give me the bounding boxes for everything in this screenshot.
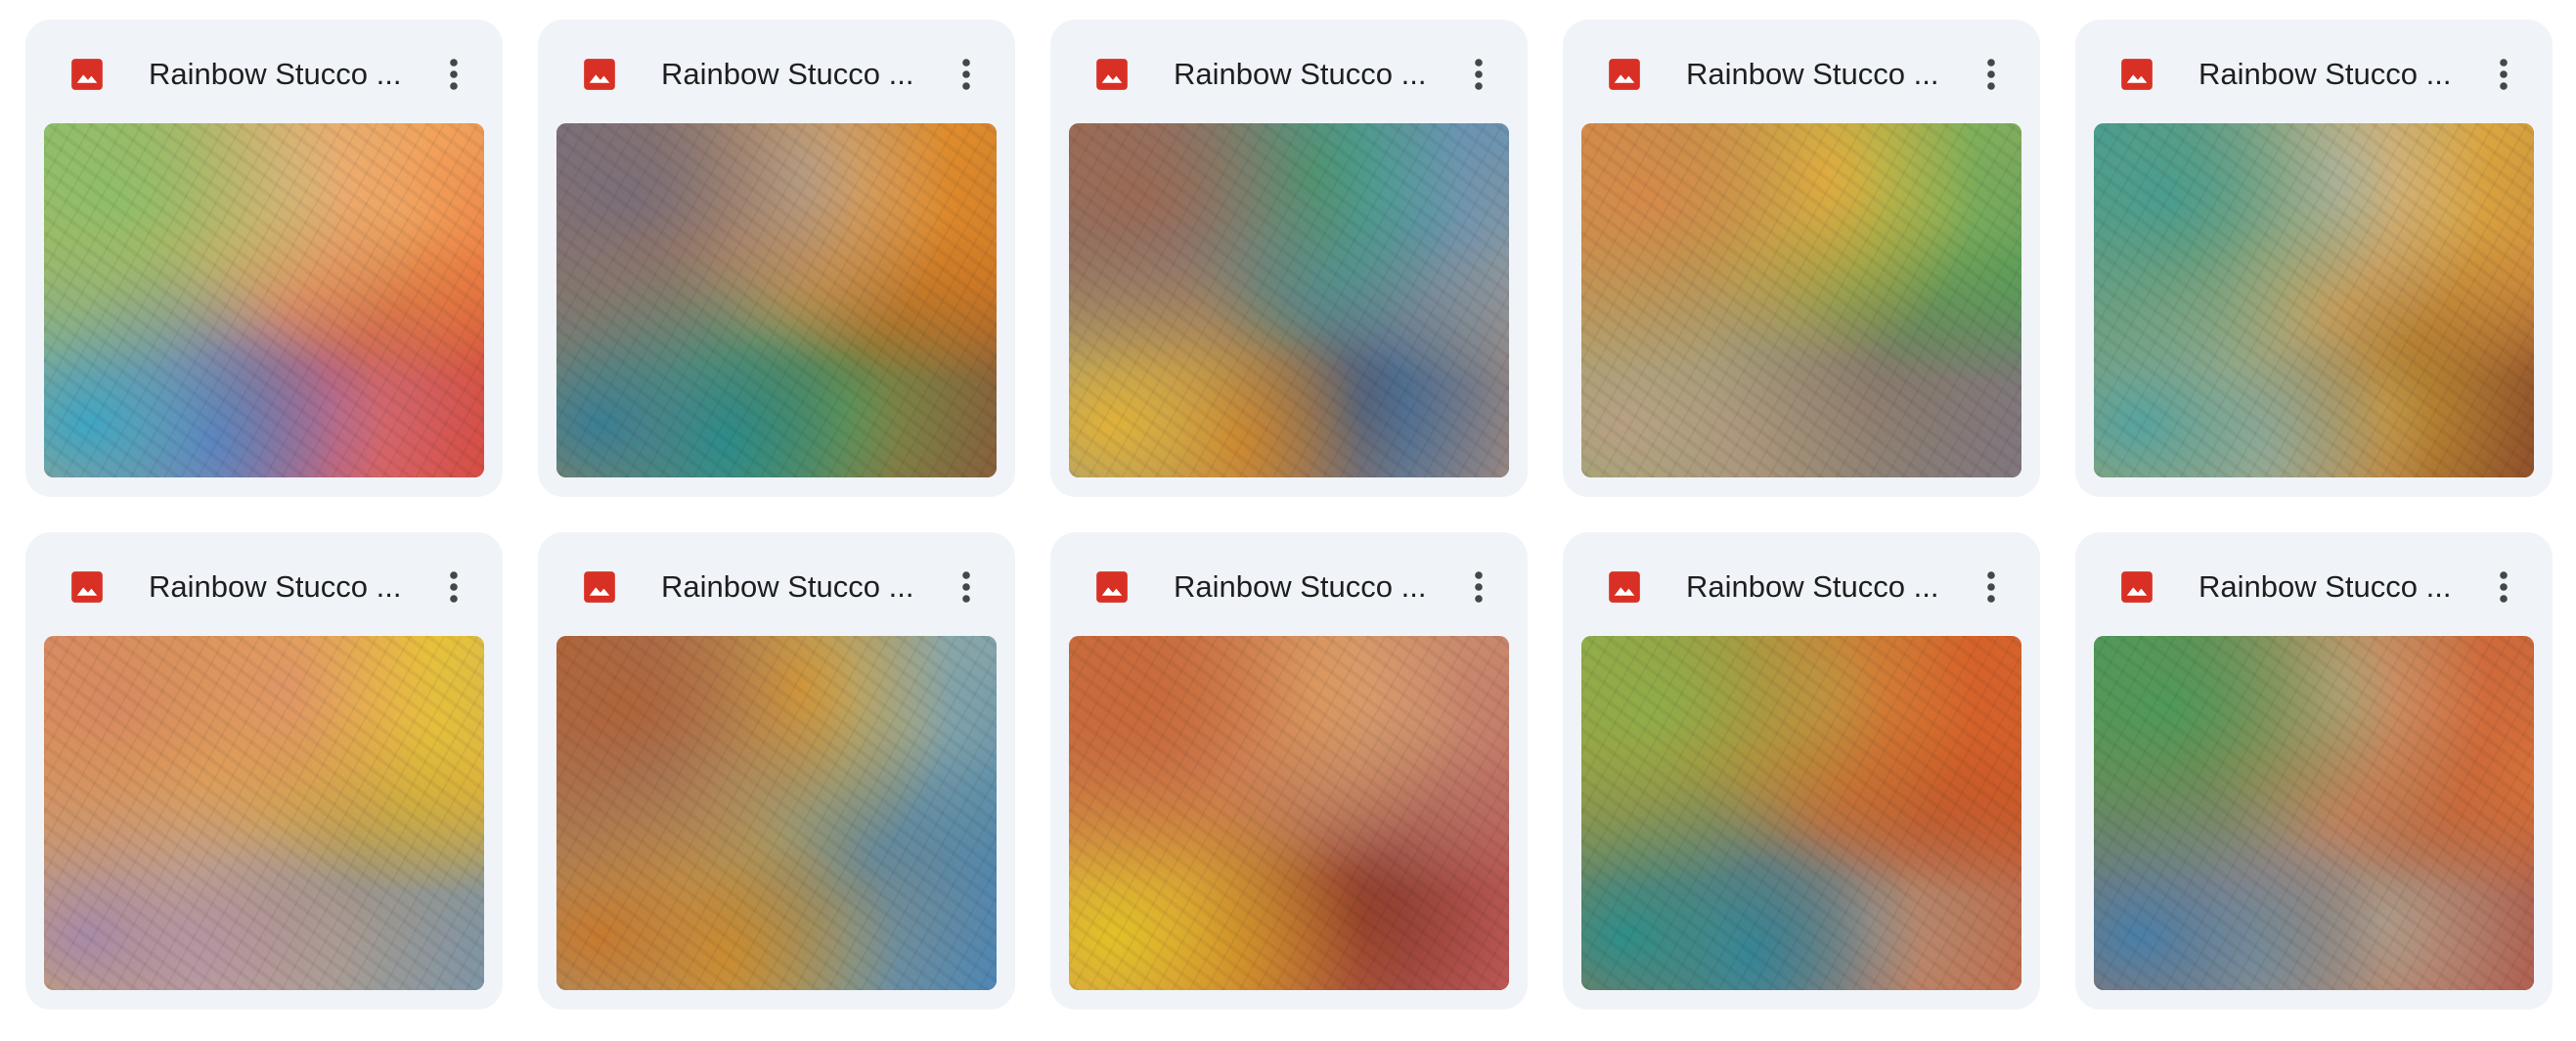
file-card-header: Rainbow Stucco ...	[538, 532, 1015, 636]
more-vert-icon	[1987, 59, 1995, 90]
image-thumbnail[interactable]	[1069, 123, 1509, 477]
more-vert-icon	[2500, 571, 2508, 603]
file-card-header: Rainbow Stucco ...	[538, 20, 1015, 123]
file-card-header: Rainbow Stucco ...	[2075, 532, 2553, 636]
file-card[interactable]: Rainbow Stucco ...	[2075, 532, 2553, 1010]
file-title: Rainbow Stucco ...	[661, 57, 914, 91]
image-file-icon	[68, 568, 106, 606]
more-vert-icon	[962, 59, 970, 90]
image-thumbnail[interactable]	[1069, 636, 1509, 990]
file-card[interactable]: Rainbow Stucco ...	[2075, 20, 2553, 497]
file-title: Rainbow Stucco ...	[2198, 569, 2452, 604]
more-options-button[interactable]	[428, 562, 479, 612]
more-options-button[interactable]	[1453, 49, 1504, 100]
file-card[interactable]: Rainbow Stucco ...	[1050, 20, 1528, 497]
file-title: Rainbow Stucco ...	[1686, 57, 1939, 91]
file-title: Rainbow Stucco ...	[661, 569, 914, 604]
image-file-icon	[1093, 568, 1131, 606]
more-options-button[interactable]	[941, 49, 992, 100]
file-card[interactable]: Rainbow Stucco ...	[538, 20, 1015, 497]
image-file-icon	[581, 568, 618, 606]
image-thumbnail[interactable]	[44, 123, 484, 477]
image-file-icon	[1606, 56, 1643, 93]
image-thumbnail[interactable]	[556, 123, 997, 477]
file-card-header: Rainbow Stucco ...	[2075, 20, 2553, 123]
image-file-icon	[2118, 56, 2155, 93]
file-card-header: Rainbow Stucco ...	[1563, 20, 2040, 123]
more-options-button[interactable]	[941, 562, 992, 612]
file-card-header: Rainbow Stucco ...	[1563, 532, 2040, 636]
file-title: Rainbow Stucco ...	[1686, 569, 1939, 604]
more-options-button[interactable]	[1966, 49, 2017, 100]
more-vert-icon	[450, 571, 458, 603]
file-title: Rainbow Stucco ...	[2198, 57, 2452, 91]
file-card[interactable]: Rainbow Stucco ...	[1563, 20, 2040, 497]
more-vert-icon	[1475, 571, 1483, 603]
more-vert-icon	[450, 59, 458, 90]
file-card-header: Rainbow Stucco ...	[1050, 20, 1528, 123]
more-options-button[interactable]	[1966, 562, 2017, 612]
file-card-header: Rainbow Stucco ...	[25, 532, 503, 636]
more-options-button[interactable]	[428, 49, 479, 100]
image-file-icon	[1606, 568, 1643, 606]
image-thumbnail[interactable]	[1581, 636, 2021, 990]
image-thumbnail[interactable]	[1581, 123, 2021, 477]
image-file-icon	[581, 56, 618, 93]
file-title: Rainbow Stucco ...	[1174, 57, 1427, 91]
image-thumbnail[interactable]	[44, 636, 484, 990]
file-card[interactable]: Rainbow Stucco ...	[538, 532, 1015, 1010]
file-card-header: Rainbow Stucco ...	[1050, 532, 1528, 636]
image-thumbnail[interactable]	[2094, 636, 2534, 990]
image-file-icon	[68, 56, 106, 93]
file-grid: Rainbow Stucco ... Rainbow Stucco ... Ra…	[25, 20, 2553, 1010]
image-file-icon	[2118, 568, 2155, 606]
more-options-button[interactable]	[1453, 562, 1504, 612]
image-thumbnail[interactable]	[556, 636, 997, 990]
file-card[interactable]: Rainbow Stucco ...	[25, 20, 503, 497]
more-options-button[interactable]	[2478, 49, 2529, 100]
image-thumbnail[interactable]	[2094, 123, 2534, 477]
file-title: Rainbow Stucco ...	[149, 569, 402, 604]
more-options-button[interactable]	[2478, 562, 2529, 612]
image-file-icon	[1093, 56, 1131, 93]
more-vert-icon	[962, 571, 970, 603]
file-card[interactable]: Rainbow Stucco ...	[25, 532, 503, 1010]
file-card[interactable]: Rainbow Stucco ...	[1563, 532, 2040, 1010]
file-title: Rainbow Stucco ...	[149, 57, 402, 91]
more-vert-icon	[1987, 571, 1995, 603]
file-title: Rainbow Stucco ...	[1174, 569, 1427, 604]
file-card-header: Rainbow Stucco ...	[25, 20, 503, 123]
more-vert-icon	[1475, 59, 1483, 90]
file-card[interactable]: Rainbow Stucco ...	[1050, 532, 1528, 1010]
more-vert-icon	[2500, 59, 2508, 90]
